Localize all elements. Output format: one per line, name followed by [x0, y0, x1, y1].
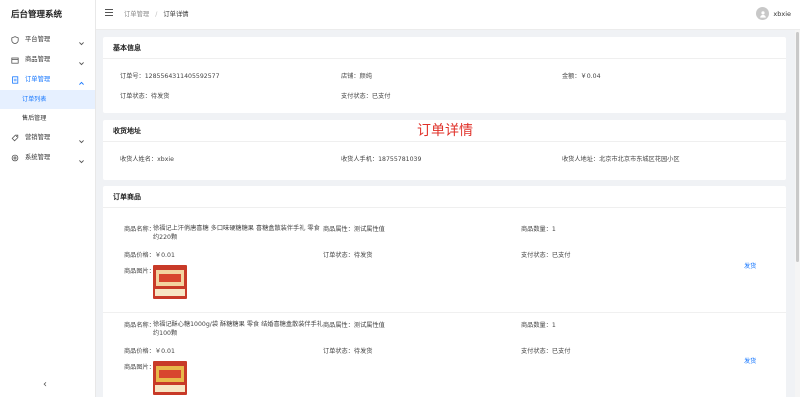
chevron-down-icon: [78, 56, 85, 66]
product-name: 徐福记酥心糖1000g/袋 酥糖糖果 零食 结婚喜糖盒散装伴手礼 约100颗: [153, 321, 323, 337]
sidebar-menu: 平台管理 商品管理 订单管理 订单列表 售后管理 营销管理 系统管理: [0, 30, 95, 168]
chevron-down-icon: [78, 134, 85, 144]
main-content: 基本信息 订单号：1285564311405592577 店铺：颜纯 金额：￥0…: [96, 30, 800, 397]
product-qty: 商品数量：1: [521, 226, 556, 233]
username: xbxie: [773, 9, 791, 18]
product-attr: 商品属性：测试属性值: [323, 226, 385, 233]
product-order-status: 订单状态：待发货: [323, 252, 373, 259]
breadcrumb-item[interactable]: 订单管理: [124, 11, 149, 18]
divider: [103, 312, 786, 313]
breadcrumb-separator: /: [155, 11, 158, 18]
app-title: 后台管理系统: [11, 10, 63, 20]
chevron-down-icon: [78, 36, 85, 46]
product-pay-status: 支付状态：已支付: [521, 252, 571, 259]
sidebar-item-label: 系统管理: [25, 154, 51, 161]
user-icon: [760, 10, 766, 18]
breadcrumb: 订单管理 / 订单详情: [124, 9, 189, 18]
shop-name: 店铺：颜纯: [341, 73, 372, 80]
order-amount: 金额：￥0.04: [562, 73, 601, 80]
receiver-address: 收货人地址：北京市北京市东城区花园小区: [562, 156, 680, 163]
product-name-label: 商品名称：: [124, 226, 155, 233]
product-order-status: 订单状态：待发货: [323, 348, 373, 355]
product-name: 徐福记上汗俏唐喜糖 多口味硬糖糖果 喜糖盒散装伴手礼 零食 约220颗: [153, 225, 320, 241]
document-icon: [11, 76, 19, 84]
card-title: 订单商品: [103, 186, 786, 208]
sidebar-item-platform[interactable]: 平台管理: [0, 30, 95, 50]
order-products-card: 订单商品 商品名称： 徐福记上汗俏唐喜糖 多口味硬糖糖果 喜糖盒散装伴手礼 零食…: [103, 186, 786, 397]
product-image-label: 商品图片：: [124, 268, 155, 275]
top-header: 订单管理 / 订单详情 xbxie: [96, 0, 800, 30]
sidebar-item-label: 商品管理: [25, 56, 51, 63]
order-number: 订单号：1285564311405592577: [120, 73, 220, 80]
product-qty: 商品数量：1: [521, 322, 556, 329]
product-attr: 商品属性：测试属性值: [323, 322, 385, 329]
pay-status: 支付状态：已支付: [341, 93, 391, 100]
avatar: [756, 7, 770, 20]
sidebar: 后台管理系统 平台管理 商品管理 订单管理 订单列表 售后管理 营销管理 系统管…: [0, 0, 96, 397]
product-pay-status: 支付状态：已支付: [521, 348, 571, 355]
shield-icon: [11, 36, 19, 44]
collapse-sidebar-button[interactable]: ‹: [43, 380, 47, 390]
sidebar-item-label: 营销管理: [25, 134, 51, 141]
product-image-label: 商品图片：: [124, 364, 155, 371]
product-image: [153, 265, 187, 299]
user-menu[interactable]: xbxie: [756, 7, 791, 20]
box-icon: [11, 56, 19, 64]
menu-toggle-icon[interactable]: [105, 9, 113, 16]
scrollbar-thumb[interactable]: [796, 32, 799, 262]
gear-icon: [11, 154, 19, 162]
sidebar-subitem-after-sales[interactable]: 售后管理: [0, 109, 95, 128]
product-price: 商品价格：￥0.01: [124, 252, 175, 259]
sidebar-item-products[interactable]: 商品管理: [0, 50, 95, 70]
tag-icon: [11, 134, 19, 142]
card-title: 基本信息: [103, 37, 786, 59]
receiver-name: 收货人姓名：xbxie: [120, 156, 174, 163]
sidebar-item-orders[interactable]: 订单管理: [0, 70, 95, 90]
page-title-overlay: 订单详情: [417, 123, 473, 139]
chevron-up-icon: [78, 76, 85, 85]
sidebar-item-system[interactable]: 系统管理: [0, 148, 95, 168]
scrollbar[interactable]: [795, 30, 800, 397]
basic-info-card: 基本信息 订单号：1285564311405592577 店铺：颜纯 金额：￥0…: [103, 37, 786, 113]
ship-button[interactable]: 发货: [744, 356, 756, 365]
sidebar-item-label: 订单管理: [25, 76, 51, 83]
chevron-down-icon: [78, 154, 85, 164]
sidebar-item-marketing[interactable]: 营销管理: [0, 128, 95, 148]
product-name-label: 商品名称：: [124, 322, 155, 329]
product-image: [153, 361, 187, 395]
app-root: 后台管理系统 平台管理 商品管理 订单管理 订单列表 售后管理 营销管理 系统管…: [0, 0, 800, 397]
sidebar-item-label: 平台管理: [25, 36, 51, 43]
breadcrumb-current: 订单详情: [163, 11, 189, 18]
receiver-phone: 收货人手机：18755781039: [341, 156, 422, 163]
sidebar-subitem-order-list[interactable]: 订单列表: [0, 90, 95, 109]
product-price: 商品价格：￥0.01: [124, 348, 175, 355]
order-status: 订单状态：待发货: [120, 93, 170, 100]
ship-button[interactable]: 发货: [744, 261, 756, 270]
